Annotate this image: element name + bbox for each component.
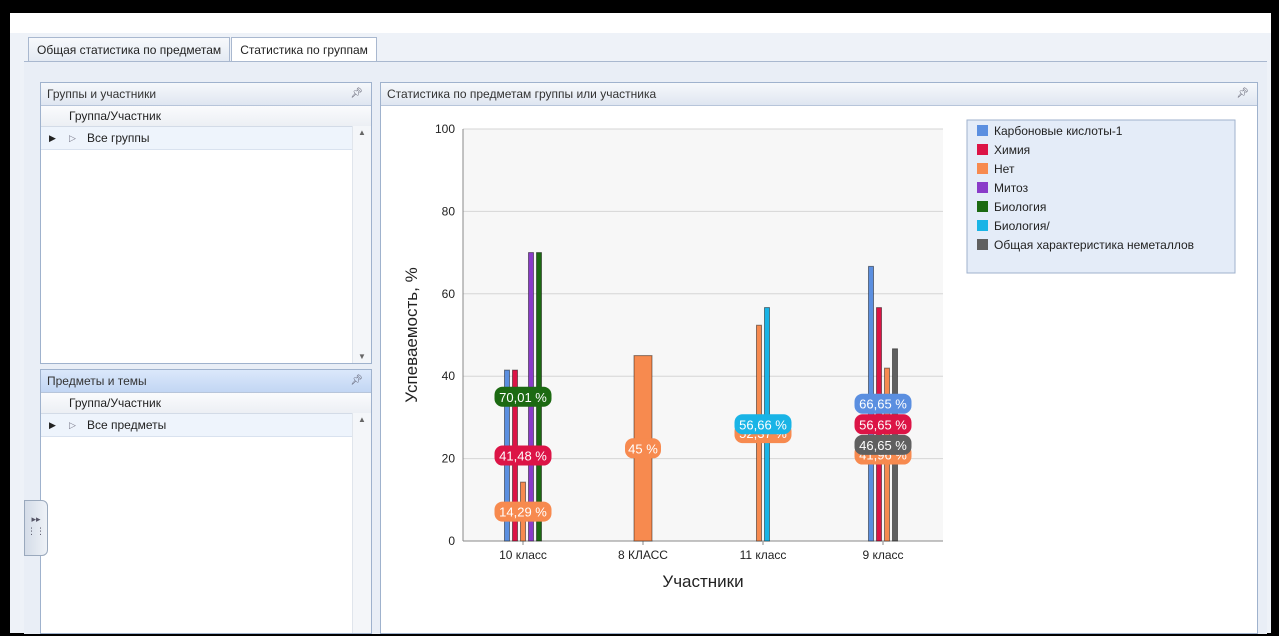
legend-label: Карбоновые кислоты-1 — [994, 124, 1123, 138]
tab-bar: Общая статистика по предметам Статистика… — [28, 37, 378, 63]
dock-handle-icon[interactable]: ▸▸ ⋮⋮ — [24, 500, 48, 556]
scroll-down-icon[interactable]: ▼ — [353, 352, 371, 361]
subjects-panel-header: Предметы и темы 📌︎ — [41, 370, 371, 393]
y-tick-label: 80 — [442, 204, 456, 218]
x-tick-label: 10 класс — [499, 548, 547, 562]
x-axis-title: Участники — [662, 572, 743, 591]
legend-label: Митоз — [994, 181, 1029, 195]
legend-label: Биология — [994, 200, 1046, 214]
row-selector-icon: ▶ — [49, 133, 56, 143]
x-tick-label: 8 КЛАСС — [618, 548, 668, 562]
chart-panel-title: Статистика по предметам группы или участ… — [387, 87, 657, 101]
x-tick-label: 11 класс — [740, 548, 787, 562]
data-label: 45 % — [628, 441, 658, 456]
row-selector-icon: ▶ — [49, 420, 56, 430]
legend-swatch — [977, 220, 988, 231]
subjects-row-all[interactable]: ▶ ▷ Все предметы — [41, 414, 353, 437]
expand-arrow-icon[interactable]: ▷ — [69, 127, 76, 149]
data-label: 70,01 % — [499, 390, 547, 405]
pin-icon[interactable]: 📌︎ — [350, 83, 363, 105]
y-tick-label: 0 — [448, 534, 455, 548]
expand-arrow-icon[interactable]: ▷ — [69, 414, 76, 436]
legend-swatch — [977, 125, 988, 136]
legend-swatch — [977, 201, 988, 212]
scroll-up-icon[interactable]: ▲ — [353, 415, 371, 424]
subjects-panel-title: Предметы и темы — [47, 374, 147, 388]
data-label: 56,66 % — [739, 417, 787, 432]
pin-icon[interactable]: 📌︎ — [1236, 83, 1249, 105]
groups-panel-title: Группы и участники — [47, 87, 157, 101]
chart-panel-header: Статистика по предметам группы или участ… — [381, 83, 1257, 106]
scroll-up-icon[interactable]: ▲ — [353, 128, 371, 137]
y-tick-label: 100 — [435, 122, 455, 136]
legend-label: Нет — [994, 162, 1015, 176]
legend-swatch — [977, 182, 988, 193]
subjects-panel: Предметы и темы 📌︎ Группа/Участник ▶ ▷ В… — [40, 369, 372, 634]
legend-swatch — [977, 144, 988, 155]
y-tick-label: 20 — [442, 452, 456, 466]
subjects-row-label: Все предметы — [87, 418, 167, 432]
groups-panel-header: Группы и участники 📌︎ — [41, 83, 371, 106]
app-window: Общая статистика по предметам Статистика… — [10, 10, 1271, 634]
data-label: 41,48 % — [499, 449, 547, 464]
data-label: 66,65 % — [859, 397, 907, 412]
y-tick-label: 40 — [442, 369, 456, 383]
legend-label: Химия — [994, 143, 1030, 157]
legend-swatch — [977, 163, 988, 174]
groups-row-label: Все группы — [87, 131, 150, 145]
groups-row-all[interactable]: ▶ ▷ Все группы — [41, 127, 353, 150]
pin-icon[interactable]: 📌︎ — [350, 370, 363, 392]
tab-group-stats[interactable]: Статистика по группам — [231, 37, 377, 63]
legend-swatch — [977, 239, 988, 250]
tab-overall-stats[interactable]: Общая статистика по предметам — [28, 37, 231, 61]
data-label: 46,65 % — [859, 438, 907, 453]
chart-panel: Статистика по предметам группы или участ… — [380, 82, 1258, 634]
data-label: 14,29 % — [499, 505, 547, 520]
legend-label: Общая характеристика неметаллов — [994, 238, 1194, 252]
y-tick-label: 60 — [442, 287, 456, 301]
data-label: 56,65 % — [859, 417, 907, 432]
subjects-scrollbar[interactable]: ▲ — [352, 413, 371, 633]
legend-label: Биология/ — [994, 219, 1050, 233]
window-top-strip — [10, 13, 1271, 33]
y-axis-title: Успеваемость, % — [402, 267, 421, 402]
subjects-column-header[interactable]: Группа/Участник — [41, 393, 371, 414]
groups-scrollbar[interactable]: ▲ ▼ — [352, 126, 371, 363]
groups-panel: Группы и участники 📌︎ Группа/Участник ▶ … — [40, 82, 372, 364]
groups-column-header[interactable]: Группа/Участник — [41, 106, 371, 127]
chart: 0 20 40 60 80 100 10 класс 8 КЛАСС 11 класс 9 кла… — [402, 119, 1236, 591]
x-tick-label: 9 класс — [862, 548, 903, 562]
tab-content: Группы и участники 📌︎ Группа/Участник ▶ … — [24, 61, 1267, 634]
